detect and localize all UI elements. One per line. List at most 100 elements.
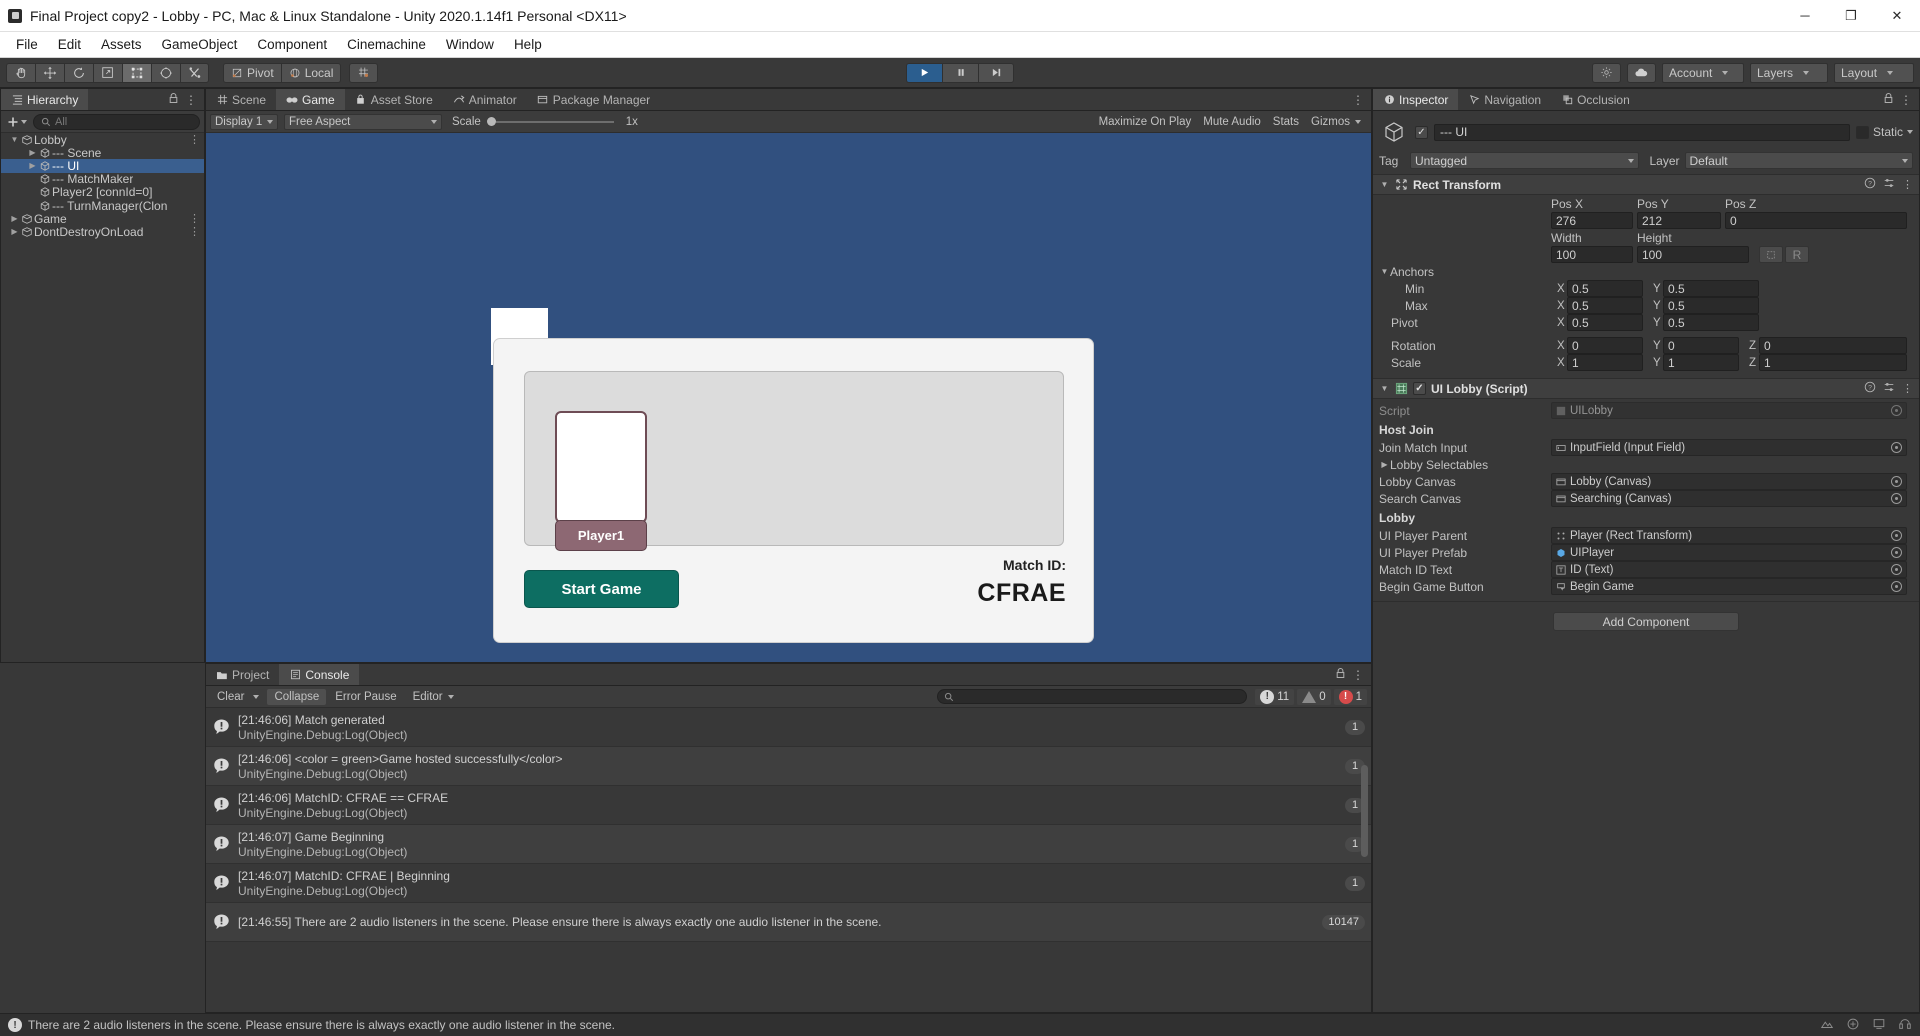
expand-arrow-icon[interactable]: ▶ xyxy=(27,148,38,157)
ui-player-prefab-field[interactable]: UIPlayer xyxy=(1551,544,1907,561)
status-icon-1[interactable] xyxy=(1820,1017,1834,1034)
hierarchy-row[interactable]: ▶ Game ⋮ xyxy=(1,212,204,226)
menu-file[interactable]: File xyxy=(6,34,48,55)
error-pause-toggle[interactable]: Error Pause xyxy=(328,689,403,705)
hierarchy-row[interactable]: Player2 [connId=0] xyxy=(1,185,204,199)
anchor-max-y-input[interactable]: 0.5 xyxy=(1663,297,1759,314)
panel-menu-icon[interactable]: ⋮ xyxy=(185,93,197,107)
panel-menu-icon[interactable]: ⋮ xyxy=(1352,668,1364,682)
slider-knob[interactable] xyxy=(486,117,496,126)
component-menu-icon[interactable]: ⋮ xyxy=(1902,178,1913,191)
chevron-down-icon[interactable] xyxy=(253,694,260,699)
rotation-x-input[interactable]: 0 xyxy=(1567,337,1643,354)
menu-help[interactable]: Help xyxy=(504,34,552,55)
error-count-badge[interactable]: ! 1 xyxy=(1333,688,1367,705)
tab-asset-store[interactable]: Asset Store xyxy=(344,89,443,110)
hierarchy-row[interactable]: ▶ --- Scene xyxy=(1,146,204,160)
rotation-z-input[interactable]: 0 xyxy=(1759,337,1907,354)
height-input[interactable]: 100 xyxy=(1637,246,1749,263)
warning-count-badge[interactable]: 0 xyxy=(1297,688,1331,705)
hierarchy-row[interactable]: ▶ --- UI xyxy=(1,159,204,173)
match-id-text-field[interactable]: ID (Text) xyxy=(1551,561,1907,578)
tab-occlusion[interactable]: Occlusion xyxy=(1551,89,1640,110)
hierarchy-row[interactable]: ▶ DontDestroyOnLoad ⋮ xyxy=(1,225,204,239)
menu-component[interactable]: Component xyxy=(247,34,337,55)
console-log-row[interactable]: [21:46:06] <color = green>Game hosted su… xyxy=(206,747,1371,786)
menu-assets[interactable]: Assets xyxy=(91,34,152,55)
custom-editor-tool-button[interactable] xyxy=(180,62,209,83)
scale-z-input[interactable]: 1 xyxy=(1759,354,1907,371)
preset-icon[interactable] xyxy=(1883,177,1895,192)
lobby-selectables-foldout-icon[interactable]: ▶ xyxy=(1379,460,1390,469)
width-input[interactable]: 100 xyxy=(1551,246,1633,263)
pos-z-input[interactable]: 0 xyxy=(1725,212,1907,229)
status-icon-4[interactable] xyxy=(1898,1017,1912,1034)
anchor-min-y-input[interactable]: 0.5 xyxy=(1663,280,1759,297)
step-button[interactable] xyxy=(978,62,1014,83)
pos-y-input[interactable]: 212 xyxy=(1637,212,1721,229)
anchor-min-x-input[interactable]: 0.5 xyxy=(1567,280,1643,297)
local-toggle-button[interactable]: Local xyxy=(281,62,342,83)
raw-edit-mode-button[interactable]: R xyxy=(1785,246,1809,263)
rotation-y-input[interactable]: 0 xyxy=(1663,337,1739,354)
transform-tool-button[interactable] xyxy=(151,62,180,83)
scrollbar-thumb[interactable] xyxy=(1361,765,1368,857)
status-icon-2[interactable] xyxy=(1846,1017,1860,1034)
static-toggle[interactable]: Static xyxy=(1855,125,1913,139)
gameobject-name-field[interactable]: --- UI xyxy=(1434,123,1850,141)
clear-button[interactable]: Clear xyxy=(210,689,251,705)
menu-window[interactable]: Window xyxy=(436,34,504,55)
collapse-toggle[interactable]: Collapse xyxy=(267,688,327,705)
expand-arrow-icon[interactable]: ▶ xyxy=(9,227,20,236)
menu-cinemachine[interactable]: Cinemachine xyxy=(337,34,436,55)
component-menu-icon[interactable]: ⋮ xyxy=(1902,382,1913,395)
anchors-foldout-icon[interactable]: ▼ xyxy=(1379,267,1390,276)
console-log-row[interactable]: [21:46:06] Match generated UnityEngine.De… xyxy=(206,708,1371,747)
tab-navigation[interactable]: Navigation xyxy=(1458,89,1552,110)
scale-y-input[interactable]: 1 xyxy=(1663,354,1739,371)
scale-tool-button[interactable] xyxy=(93,62,122,83)
pos-x-input[interactable]: 276 xyxy=(1551,212,1633,229)
log-count-badge[interactable]: ! 11 xyxy=(1255,688,1295,705)
hierarchy-row[interactable]: ▼ Lobby ⋮ xyxy=(1,133,204,147)
tag-dropdown[interactable]: Untagged xyxy=(1410,152,1639,169)
collab-settings-icon[interactable] xyxy=(1592,62,1621,83)
script-object-field[interactable]: UILobby xyxy=(1551,402,1907,419)
create-object-button[interactable] xyxy=(5,116,29,128)
console-log-list[interactable]: [21:46:06] Match generated UnityEngine.De… xyxy=(206,708,1371,1012)
row-menu-icon[interactable]: ⋮ xyxy=(185,133,200,146)
ui-lobby-script-header[interactable]: ▼ ✓ UI Lobby (Script) ? ⋮ xyxy=(1373,378,1919,399)
row-menu-icon[interactable]: ⋮ xyxy=(185,212,200,225)
gameobject-enabled-checkbox[interactable]: ✓ xyxy=(1415,125,1428,139)
help-icon[interactable]: ? xyxy=(1864,381,1876,396)
menu-gameobject[interactable]: GameObject xyxy=(152,34,248,55)
rotate-tool-button[interactable] xyxy=(64,62,93,83)
layers-dropdown[interactable]: Layers xyxy=(1750,62,1828,83)
hierarchy-search-input[interactable]: All xyxy=(33,113,200,130)
join-match-input-field[interactable]: InputField (Input Field) xyxy=(1551,439,1907,456)
tab-console[interactable]: Console xyxy=(279,664,360,685)
tab-project[interactable]: Project xyxy=(206,664,280,685)
maximize-button[interactable]: ❐ xyxy=(1828,0,1874,32)
lobby-canvas-field[interactable]: Lobby (Canvas) xyxy=(1551,473,1907,490)
expand-arrow-icon[interactable]: ▼ xyxy=(9,135,20,144)
rect-transform-header[interactable]: ▼ Rect Transform ? ⋮ xyxy=(1373,174,1919,195)
slider-track[interactable] xyxy=(495,120,614,123)
hierarchy-row[interactable]: --- MatchMaker xyxy=(1,172,204,186)
close-button[interactable]: ✕ xyxy=(1874,0,1920,32)
console-log-row[interactable]: [21:46:07] MatchID: CFRAE | Beginning Uni… xyxy=(206,864,1371,903)
anchor-max-x-input[interactable]: 0.5 xyxy=(1567,297,1643,314)
add-component-button[interactable]: Add Component xyxy=(1553,612,1739,631)
pivot-y-input[interactable]: 0.5 xyxy=(1663,314,1759,331)
console-log-row[interactable]: [21:46:06] MatchID: CFRAE == CFRAE UnityE… xyxy=(206,786,1371,825)
mute-audio-button[interactable]: Mute Audio xyxy=(1197,114,1267,130)
tab-animator[interactable]: Animator xyxy=(442,89,527,110)
status-icon-3[interactable] xyxy=(1872,1017,1886,1034)
foldout-arrow-icon[interactable]: ▼ xyxy=(1379,384,1390,393)
row-menu-icon[interactable]: ⋮ xyxy=(185,225,200,238)
help-icon[interactable]: ? xyxy=(1864,177,1876,192)
pivot-toggle-button[interactable]: Pivot xyxy=(223,62,282,83)
console-search-input[interactable] xyxy=(937,689,1248,704)
tab-inspector[interactable]: Inspector xyxy=(1373,89,1459,110)
move-tool-button[interactable] xyxy=(35,62,64,83)
